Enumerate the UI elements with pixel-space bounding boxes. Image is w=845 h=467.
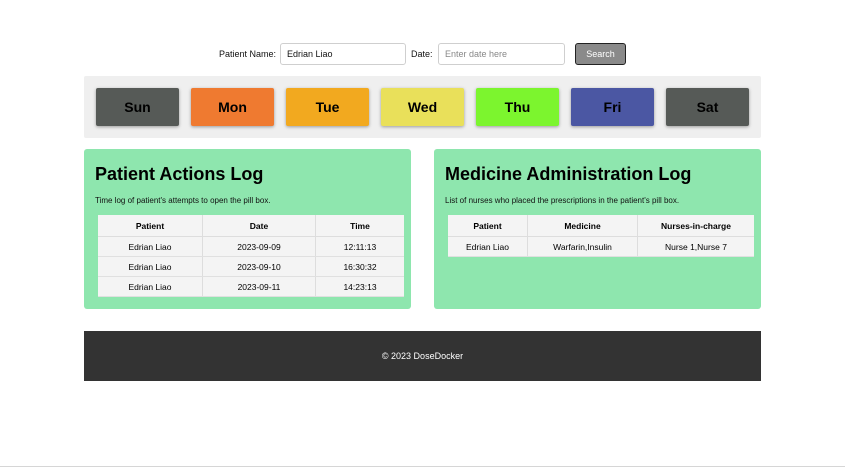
footer-copyright: © 2023 DoseDocker (381, 351, 464, 361)
table-header-row: Patient Date Time (98, 215, 404, 237)
day-button-thu[interactable]: Thu (476, 88, 559, 126)
day-button-sat[interactable]: Sat (666, 88, 749, 126)
table-row: Edrian Liao 2023-09-11 14:23:13 (98, 276, 404, 297)
footer: © 2023 DoseDocker (84, 331, 761, 381)
cell-medicine: Warfarin,Insulin (527, 236, 638, 257)
column-header-patient: Patient (98, 215, 203, 237)
medicine-administration-log-description: List of nurses who placed the prescripti… (445, 196, 680, 205)
page: Patient Name: Date: Search Sun Mon Tue W… (0, 0, 845, 467)
table-header-row: Patient Medicine Nurses-in-charge (448, 215, 754, 237)
cell-patient: Edrian Liao (98, 236, 203, 257)
patient-actions-table: Patient Date Time Edrian Liao 2023-09-09… (98, 215, 404, 297)
search-bar: Patient Name: Date: Search (0, 43, 845, 67)
search-button[interactable]: Search (575, 43, 626, 65)
table-row: Edrian Liao 2023-09-10 16:30:32 (98, 256, 404, 277)
patient-actions-log-description: Time log of patient's attempts to open t… (95, 196, 271, 205)
table-row: Edrian Liao Warfarin,Insulin Nurse 1,Nur… (448, 236, 754, 257)
column-header-date: Date (202, 215, 316, 237)
patient-name-input[interactable] (280, 43, 406, 65)
cell-patient: Edrian Liao (448, 236, 528, 257)
patient-actions-log-title: Patient Actions Log (95, 164, 264, 184)
day-button-mon[interactable]: Mon (191, 88, 274, 126)
day-selector: Sun Mon Tue Wed Thu Fri Sat (84, 76, 761, 138)
column-header-nurses-in-charge: Nurses-in-charge (637, 215, 754, 237)
cell-time: 14:23:13 (315, 276, 404, 297)
date-input[interactable] (438, 43, 565, 65)
day-button-sun[interactable]: Sun (96, 88, 179, 126)
column-header-medicine: Medicine (527, 215, 638, 237)
cell-date: 2023-09-09 (202, 236, 316, 257)
medicine-administration-table: Patient Medicine Nurses-in-charge Edrian… (448, 215, 754, 257)
patient-actions-log-panel: Patient Actions Log Time log of patient'… (84, 149, 411, 309)
day-button-wed[interactable]: Wed (381, 88, 464, 126)
medicine-administration-log-title: Medicine Administration Log (445, 164, 692, 184)
patient-name-label: Patient Name: (219, 49, 277, 59)
column-header-patient: Patient (448, 215, 528, 237)
cell-time: 12:11:13 (315, 236, 404, 257)
cell-date: 2023-09-11 (202, 276, 316, 297)
day-button-tue[interactable]: Tue (286, 88, 369, 126)
column-header-time: Time (315, 215, 404, 237)
cell-time: 16:30:32 (315, 256, 404, 277)
day-button-fri[interactable]: Fri (571, 88, 654, 126)
cell-patient: Edrian Liao (98, 276, 203, 297)
cell-nurses-in-charge: Nurse 1,Nurse 7 (637, 236, 754, 257)
cell-date: 2023-09-10 (202, 256, 316, 277)
cell-patient: Edrian Liao (98, 256, 203, 277)
date-label: Date: (411, 49, 433, 59)
table-row: Edrian Liao 2023-09-09 12:11:13 (98, 236, 404, 257)
medicine-administration-log-panel: Medicine Administration Log List of nurs… (434, 149, 761, 309)
